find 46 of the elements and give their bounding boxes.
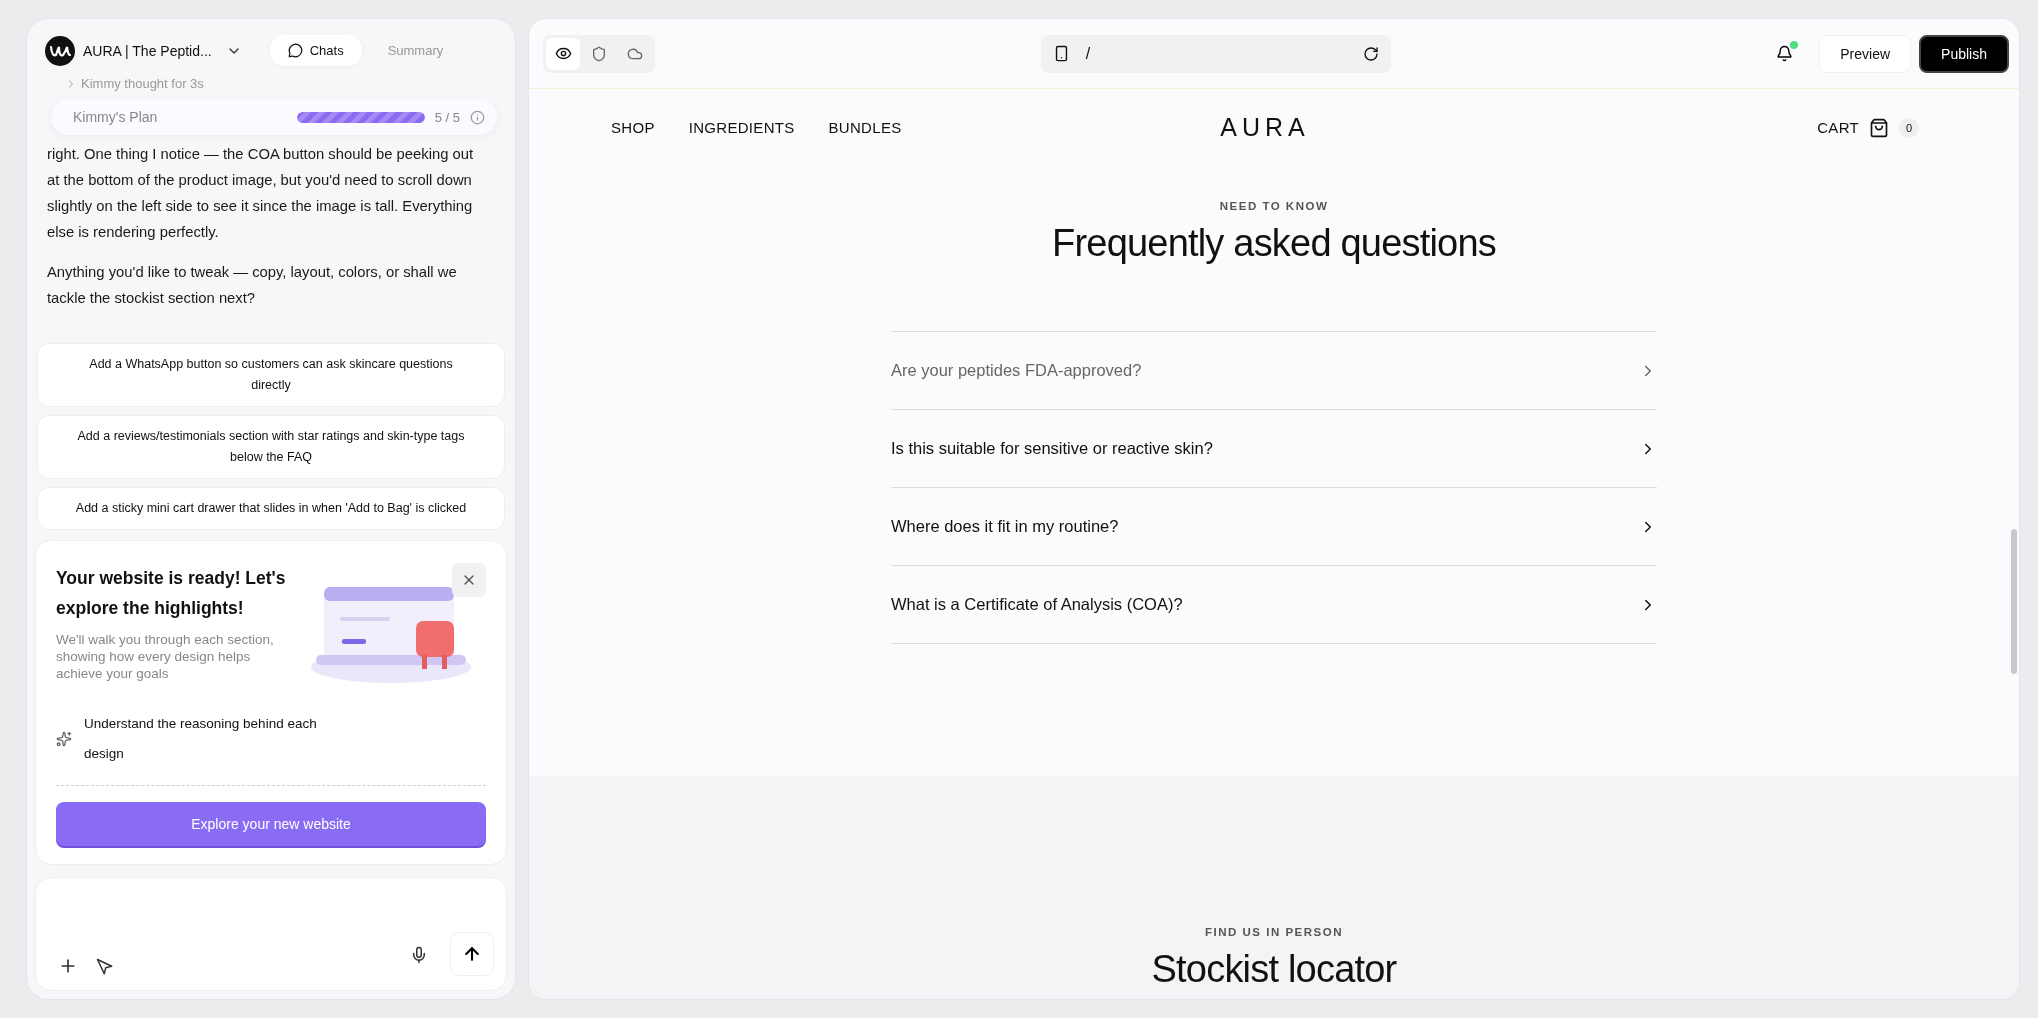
address-text: / (1085, 44, 1092, 63)
plan-count: 5 / 5 (434, 109, 460, 125)
bag-icon[interactable] (1869, 117, 1889, 138)
info-icon[interactable] (470, 109, 485, 125)
card-title: Your website is ready! Let's explore the highlights! (56, 567, 287, 620)
section-title: Frequently asked questions (1051, 222, 1497, 265)
faq-item[interactable]: What is a Certificate of Analysis (COA)? (891, 566, 1657, 644)
explore-button[interactable]: Explore your new website (56, 802, 486, 846)
nav-link[interactable]: SHOP (611, 119, 655, 136)
section-title: Stockist locator (1150, 948, 1398, 991)
suggestion-chip[interactable]: Add a reviews/testimonials section with star ratings and skin-type tags below the FAQ (37, 415, 505, 479)
sparkle-icon (56, 731, 72, 747)
address-bar[interactable]: / (1040, 34, 1391, 73)
chat-bubble-icon (287, 43, 303, 58)
publish-button[interactable]: Publish (1919, 34, 2009, 73)
cart-count: 0 (1899, 117, 1919, 138)
scrollbar[interactable] (2011, 529, 2017, 674)
faq-item[interactable]: Where does it fit in my routine? (891, 488, 1657, 566)
faq-item[interactable]: Is this suitable for sensitive or reactive skin? (891, 410, 1657, 488)
arrow-up-icon (462, 944, 482, 964)
microphone-icon[interactable] (410, 946, 428, 964)
eye-icon (554, 45, 572, 62)
feature-text: Understand the reasoning behind each design (84, 715, 318, 763)
view-toggle[interactable] (546, 37, 580, 70)
shield-icon (591, 45, 607, 62)
nav-link[interactable]: BUNDLES (828, 119, 902, 136)
plan-title: Kimmy's Plan (73, 109, 159, 125)
logo-icon (45, 35, 75, 66)
suggestion-chip[interactable]: Add a sticky mini cart drawer that slides in when 'Add to Bag' is clicked (37, 487, 505, 530)
send-button[interactable] (450, 932, 494, 976)
preview-button[interactable]: Preview (1819, 34, 1912, 73)
site-logo[interactable]: AURA (1220, 113, 1310, 142)
cart-link[interactable]: CART (1817, 119, 1859, 136)
section-eyebrow: NEED TO KNOW (1218, 200, 1330, 212)
nav-link[interactable]: INGREDIENTS (688, 119, 795, 136)
reload-icon[interactable] (1362, 45, 1379, 62)
card-description: We'll walk you through each section, showing how every design helps achieve your goals (56, 631, 275, 682)
tab[interactable]: Chats (269, 35, 362, 66)
section-eyebrow: FIND US IN PERSON (1204, 926, 1344, 938)
message-input[interactable] (35, 877, 507, 991)
faq-item[interactable]: Are your peptides FDA-approved? (891, 332, 1657, 410)
project-name: AURA | The Peptid... (83, 42, 212, 59)
message-text: Anything you'd like to tweak — copy, layout, colors, or shall we tackle the stockist section next? (47, 263, 458, 308)
message-text: right. One thing I notice — the COA button should be peeking out at the bottom of the product image, but you'd need to scroll down slightly on the left side to see it since the image is tall. Everything else is rendering perfectly. (47, 145, 475, 242)
suggestion-chip[interactable]: Add a WhatsApp button so customers can ask skincare questions directly (37, 343, 505, 407)
cursor-arrow-icon[interactable] (96, 958, 114, 976)
